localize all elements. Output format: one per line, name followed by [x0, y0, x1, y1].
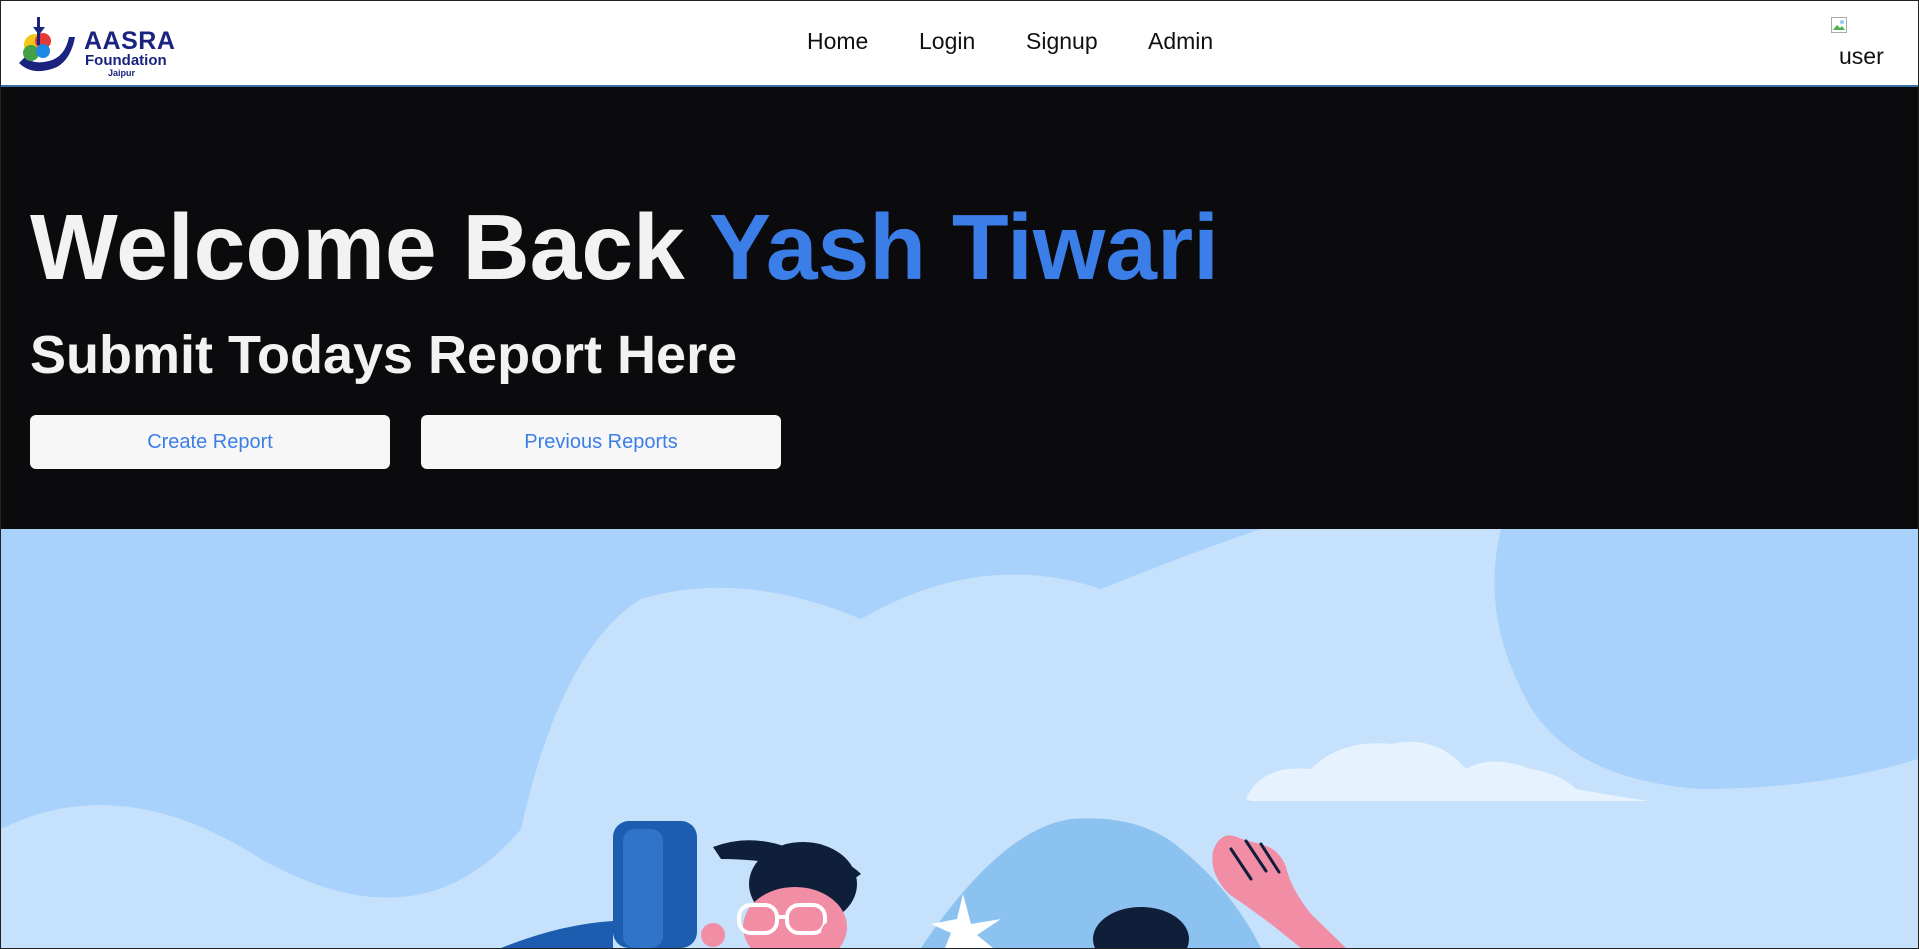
- brand-name: AASRA: [84, 27, 176, 55]
- people-celebrating-illustration: [1, 529, 1918, 948]
- previous-reports-button[interactable]: Previous Reports: [421, 415, 781, 469]
- hero-subtitle: Submit Todays Report Here: [30, 325, 738, 385]
- welcome-heading: Welcome Back Yash Tiwari: [30, 201, 1219, 294]
- brand-city: Jaipur: [108, 68, 136, 78]
- hero-section: Welcome Back Yash Tiwari Submit Todays R…: [1, 87, 1918, 529]
- broken-image-icon: [1831, 17, 1847, 33]
- brand-logo[interactable]: AASRA Foundation Jaipur: [13, 15, 183, 78]
- brand-subtitle: Foundation: [85, 52, 167, 69]
- user-name: Yash Tiwari: [708, 195, 1219, 299]
- nav-admin-link[interactable]: Admin: [1148, 30, 1213, 53]
- create-report-button[interactable]: Create Report: [30, 415, 390, 469]
- welcome-text: Welcome Back: [30, 195, 709, 299]
- nav-home-link[interactable]: Home: [807, 30, 868, 53]
- top-navbar: AASRA Foundation Jaipur Home Login Signu…: [1, 1, 1918, 87]
- nav-login-link[interactable]: Login: [919, 30, 975, 53]
- hero-illustration: [1, 529, 1918, 948]
- aasra-logo-icon: [19, 17, 75, 72]
- user-avatar[interactable]: user: [1829, 15, 1895, 69]
- user-avatar-alt-text: user: [1839, 43, 1884, 69]
- nav-signup-link[interactable]: Signup: [1026, 30, 1098, 53]
